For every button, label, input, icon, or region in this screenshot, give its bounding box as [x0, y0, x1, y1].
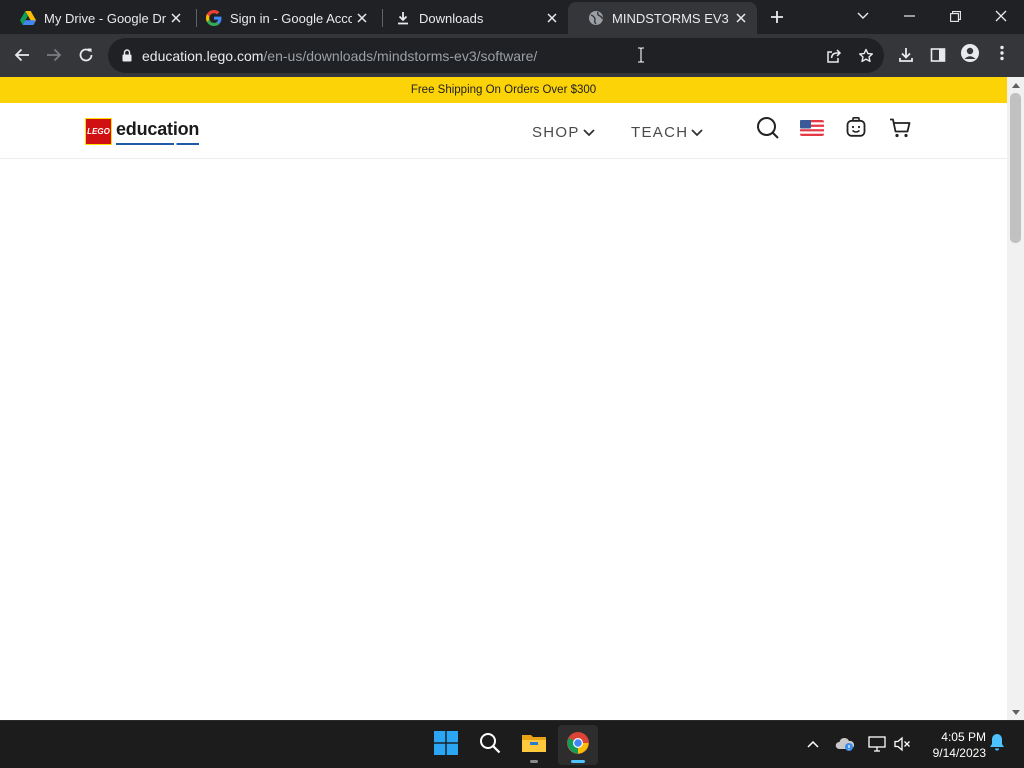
scroll-down-arrow-icon[interactable] [1007, 706, 1024, 718]
notifications-button[interactable] [986, 733, 1008, 755]
restore-button[interactable] [935, 2, 975, 30]
promo-text: Free Shipping On Orders Over $300 [410, 84, 597, 96]
forward-button[interactable] [40, 41, 68, 69]
logo-wordmark: education [116, 119, 200, 145]
bookmark-star-icon[interactable] [852, 42, 880, 70]
scrollbar-thumb[interactable] [1010, 93, 1021, 243]
new-tab-button[interactable] [765, 5, 789, 29]
chrome-taskbar-button[interactable] [558, 725, 598, 765]
folder-icon [521, 732, 547, 759]
downloads-button[interactable] [892, 41, 920, 69]
nav-teach[interactable]: TEACH [631, 122, 703, 142]
globe-icon [588, 10, 604, 26]
google-drive-icon [20, 10, 36, 26]
tab-title: My Drive - Google Drive [44, 10, 166, 26]
tab-downloads[interactable]: Downloads [375, 2, 568, 34]
region-selector[interactable] [799, 117, 825, 143]
lock-icon[interactable] [120, 48, 134, 64]
tab-title: MINDSTORMS EV3 downloads [612, 10, 731, 26]
logo-word: education [116, 119, 200, 139]
chrome-menu-button[interactable] [988, 41, 1016, 69]
windows-taskbar: 4:05 PM 9/14/2023 [0, 720, 1024, 768]
lego-education-logo[interactable]: LEGO education [85, 117, 199, 145]
url-path: /en-us/downloads/mindstorms-ev3/software… [263, 47, 538, 64]
chrome-icon [566, 731, 590, 760]
close-window-button[interactable] [981, 2, 1021, 30]
vertical-scrollbar[interactable] [1007, 77, 1024, 720]
nav-shop-label: SHOP [532, 123, 580, 141]
tab-google-drive[interactable]: My Drive - Google Drive [0, 2, 196, 34]
running-indicator [530, 760, 538, 763]
clock-time: 4:05 PM [941, 730, 986, 744]
bell-icon [989, 733, 1005, 756]
close-icon[interactable] [542, 8, 562, 28]
browser-toolbar: education.lego.com/en-us/downloads/minds… [0, 34, 1024, 77]
taskbar-search-button[interactable] [470, 725, 510, 765]
promo-banner: Free Shipping On Orders Over $300 [0, 77, 1007, 103]
shopping-cart-icon [889, 118, 911, 143]
tab-title: Downloads [419, 10, 484, 26]
avatar [961, 43, 979, 67]
web-page: Free Shipping On Orders Over $300 LEGO e… [0, 77, 1024, 720]
tab-strip: My Drive - Google Drive Sign in - Google… [0, 0, 1024, 34]
us-flag-icon [800, 119, 824, 141]
nav-shop[interactable]: SHOP [532, 122, 595, 142]
show-hidden-icons-button[interactable] [802, 733, 824, 755]
tab-google-sign-in[interactable]: Sign in - Google Accounts [186, 2, 382, 34]
text-cursor-icon [637, 47, 645, 63]
close-icon[interactable] [166, 8, 186, 28]
system-clock[interactable]: 4:05 PM 9/14/2023 [920, 729, 986, 761]
minimize-button[interactable] [889, 2, 929, 30]
cart-button[interactable] [887, 117, 913, 143]
url-host: education.lego.com [142, 47, 264, 64]
network-icon[interactable] [866, 733, 888, 755]
windows-logo-icon [434, 730, 458, 760]
tab-title: Sign in - Google Accounts [230, 10, 352, 26]
site-search-button[interactable] [755, 116, 781, 145]
google-g-icon [206, 10, 222, 26]
side-panel-button[interactable] [924, 41, 952, 69]
address-bar[interactable]: education.lego.com/en-us/downloads/minds… [108, 38, 884, 73]
url-text[interactable]: education.lego.com/en-us/downloads/minds… [142, 48, 537, 64]
scroll-up-arrow-icon[interactable] [1007, 79, 1024, 91]
chevron-down-icon [857, 7, 869, 25]
volume-muted-icon[interactable] [891, 733, 913, 755]
logo-underline [116, 143, 200, 145]
lego-brick-logo: LEGO [85, 117, 112, 145]
account-button[interactable] [843, 116, 869, 144]
nav-teach-label: TEACH [631, 123, 689, 141]
more-vertical-icon [1000, 45, 1004, 66]
tab-mindstorms-ev3[interactable]: MINDSTORMS EV3 downloads [568, 2, 757, 34]
back-button[interactable] [8, 41, 36, 69]
chevron-down-icon [580, 124, 595, 141]
profile-button[interactable] [956, 41, 984, 69]
reload-button[interactable] [72, 41, 100, 69]
close-icon[interactable] [731, 8, 751, 28]
close-icon[interactable] [352, 8, 372, 28]
tab-search-button[interactable] [843, 2, 883, 30]
onedrive-icon[interactable] [834, 733, 856, 755]
search-icon [479, 732, 501, 759]
clock-date: 9/14/2023 [932, 746, 986, 760]
search-icon [756, 116, 780, 145]
download-icon [395, 10, 411, 26]
file-explorer-button[interactable] [514, 725, 554, 765]
share-button[interactable] [820, 42, 848, 70]
site-header: LEGO education SHOP TEACH [0, 103, 1007, 159]
start-button[interactable] [426, 725, 466, 765]
minifig-head-icon [846, 116, 866, 144]
chevron-up-icon [807, 735, 819, 753]
chevron-down-icon [688, 124, 703, 141]
active-indicator [571, 760, 585, 763]
